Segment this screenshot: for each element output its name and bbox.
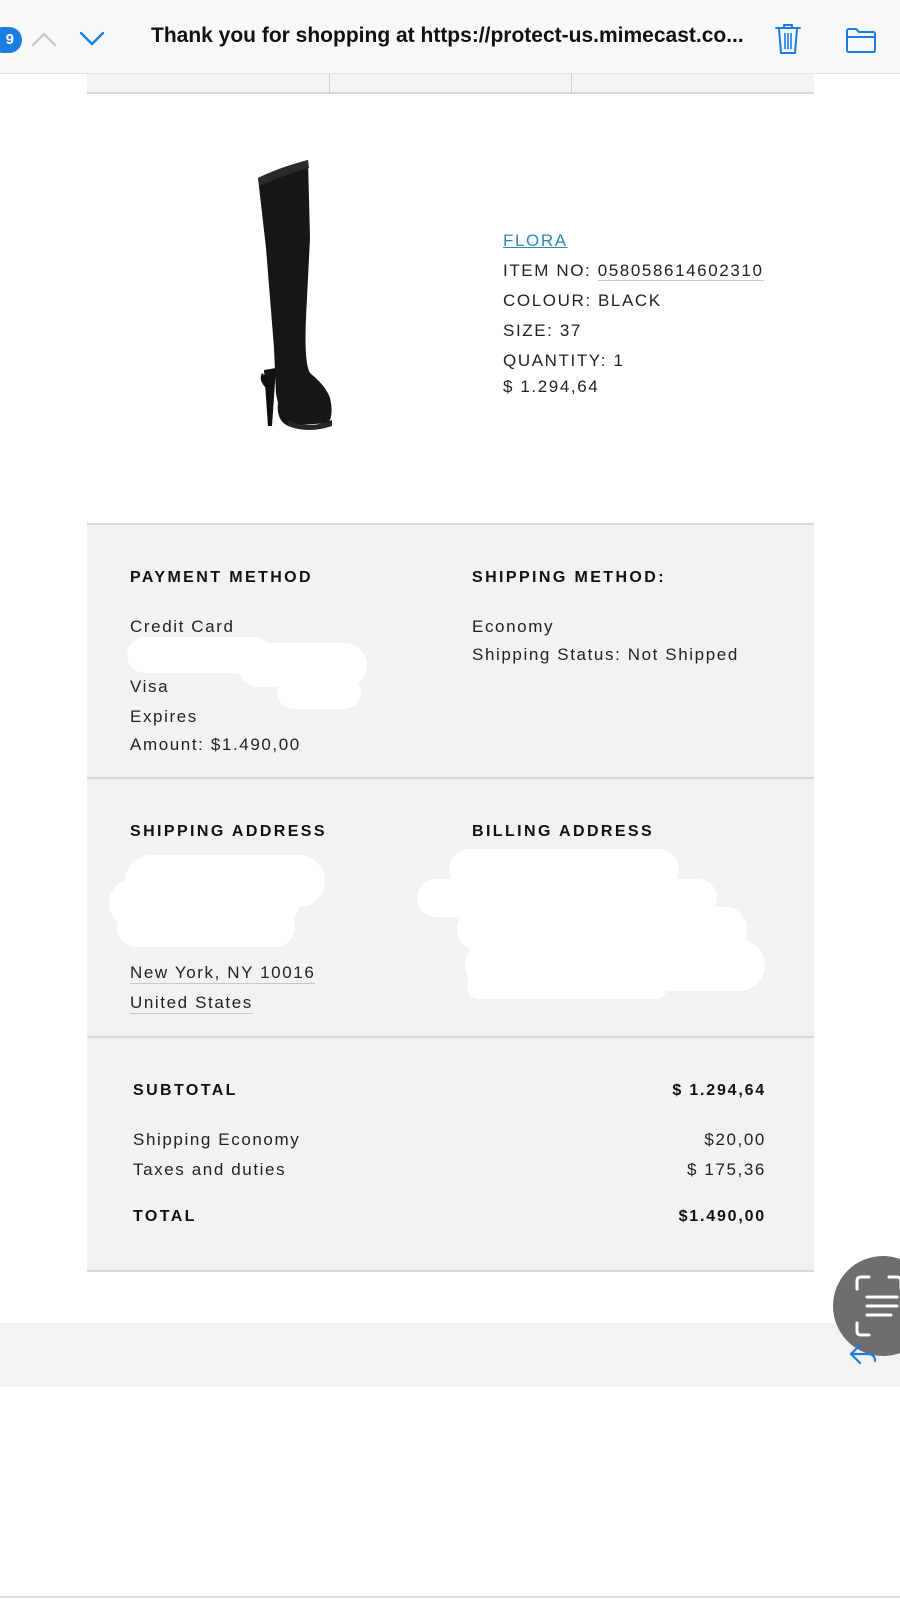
product-name-link[interactable]: FLORA bbox=[503, 231, 568, 250]
product-quantity: QUANTITY: 1 bbox=[503, 351, 625, 370]
payment-method-heading: PAYMENT METHOD bbox=[130, 569, 313, 586]
card-expiry: Expires bbox=[130, 707, 198, 726]
divider bbox=[0, 1596, 900, 1598]
item-number: ITEM NO: 058058614602310 bbox=[503, 261, 764, 281]
taxes-label: Taxes and duties bbox=[133, 1160, 287, 1179]
redaction-mark bbox=[117, 907, 295, 947]
scan-text-icon bbox=[855, 1275, 900, 1337]
payment-method-value: Credit Card bbox=[130, 617, 235, 636]
shipping-cost-value: $20,00 bbox=[704, 1130, 766, 1149]
card-type: Visa bbox=[130, 677, 170, 696]
redaction-mark bbox=[467, 975, 667, 999]
subtotal-value: $ 1.294,64 bbox=[672, 1082, 766, 1099]
product-size: SIZE: 37 bbox=[503, 321, 582, 340]
payment-amount: Amount: $1.490,00 bbox=[130, 735, 301, 754]
billing-address-heading: BILLING ADDRESS bbox=[472, 823, 655, 840]
shipping-city-line: New York, NY 10016 bbox=[130, 963, 316, 984]
chevron-down-icon[interactable] bbox=[78, 28, 106, 50]
subtotal-label: SUBTOTAL bbox=[133, 1082, 238, 1099]
shipping-method-value: Economy bbox=[472, 617, 555, 636]
shipping-cost-label: Shipping Economy bbox=[133, 1130, 301, 1149]
mail-toolbar: 9 Thank you for shopping at https://prot… bbox=[0, 0, 900, 74]
total-label: TOTAL bbox=[133, 1208, 197, 1225]
payment-shipping-panel: PAYMENT METHOD Credit Card Visa Expires … bbox=[87, 523, 814, 777]
shipping-method-heading: SHIPPING METHOD: bbox=[472, 569, 666, 586]
redaction-mark bbox=[277, 675, 361, 709]
product-details: FLORA ITEM NO: 058058614602310 COLOUR: B… bbox=[503, 226, 764, 398]
reply-icon[interactable] bbox=[848, 1341, 878, 1367]
shipping-status: Shipping Status: Not Shipped bbox=[472, 645, 739, 664]
total-value: $1.490,00 bbox=[678, 1208, 766, 1225]
taxes-value: $ 175,36 bbox=[687, 1160, 766, 1179]
chevron-up-icon[interactable] bbox=[30, 28, 58, 50]
address-panel: SHIPPING ADDRESS New York, NY 10016 Unit… bbox=[87, 777, 814, 1036]
shipping-address-heading: SHIPPING ADDRESS bbox=[130, 823, 327, 840]
product-price: $ 1.294,64 bbox=[503, 377, 600, 396]
email-subject: Thank you for shopping at https://protec… bbox=[151, 24, 744, 47]
unread-count-badge: 9 bbox=[0, 27, 22, 53]
order-totals-panel: SUBTOTAL $ 1.294,64 Shipping Economy $20… bbox=[87, 1036, 814, 1272]
product-image[interactable] bbox=[248, 158, 348, 438]
item-number-value: 058058614602310 bbox=[597, 261, 764, 281]
folder-icon[interactable] bbox=[845, 26, 877, 54]
product-colour: COLOUR: BLACK bbox=[503, 291, 662, 310]
shipping-country: United States bbox=[130, 993, 253, 1014]
trash-icon[interactable] bbox=[774, 22, 802, 56]
email-footer-band bbox=[0, 1323, 900, 1387]
table-divider bbox=[87, 74, 814, 94]
